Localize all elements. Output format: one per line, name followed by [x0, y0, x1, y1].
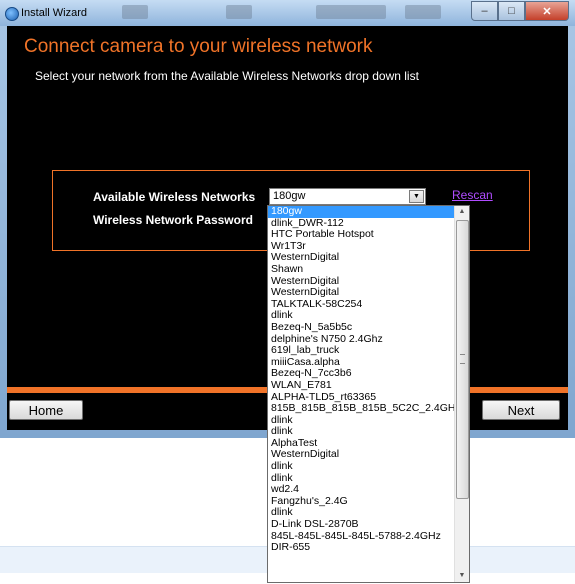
dropdown-option[interactable]: WLAN_E781	[268, 379, 454, 392]
title-bar-blur	[316, 5, 386, 19]
dropdown-option[interactable]: Shawn	[268, 263, 454, 276]
next-button[interactable]: Next	[482, 400, 560, 420]
minimize-button[interactable]: –	[471, 1, 498, 21]
network-dropdown-list[interactable]: 180gw dlink_DWR-112 HTC Portable Hotspot Wr…	[267, 205, 470, 583]
close-icon: ✕	[542, 5, 552, 18]
network-select[interactable]: 180gw ▼	[269, 188, 426, 205]
title-bar-blur	[122, 5, 148, 19]
app-icon	[5, 7, 19, 21]
caption-buttons: – □ ✕	[471, 1, 569, 21]
dropdown-option[interactable]: WesternDigital	[268, 287, 454, 299]
dropdown-option[interactable]: 180gw	[268, 206, 454, 218]
dropdown-option[interactable]: 619l_lab_truck	[268, 345, 454, 357]
title-bar-blur	[226, 5, 252, 19]
window-title: Install Wizard	[21, 7, 88, 19]
dropdown-option[interactable]: DIR-655	[268, 542, 454, 554]
maximize-button[interactable]: □	[498, 1, 525, 21]
rescan-link[interactable]: Rescan	[452, 188, 493, 202]
dropdown-option[interactable]: 815B_815B_815B_815B_5C2C_2.4GHz	[268, 402, 461, 415]
selected-network: 180gw	[273, 190, 306, 202]
dropdown-option[interactable]: TALKTALK-58C254	[268, 298, 454, 311]
grip-icon	[460, 354, 465, 364]
networks-label: Available Wireless Networks	[93, 190, 256, 204]
dropdown-scrollbar[interactable]: ▲ ▼	[454, 206, 469, 582]
instruction-text: Select your network from the Available W…	[35, 69, 419, 83]
dropdown-option[interactable]: Fangzhu's_2.4G	[268, 495, 454, 508]
page-title: Connect camera to your wireless network	[24, 36, 373, 57]
dropdown-option[interactable]: Bezeq-N_5a5b5c	[268, 321, 454, 334]
password-label: Wireless Network Password	[93, 213, 253, 227]
title-bar[interactable]: Install Wizard – □ ✕	[0, 0, 575, 26]
home-button[interactable]: Home	[9, 400, 83, 420]
dropdown-option[interactable]: WesternDigital	[268, 449, 454, 461]
dropdown-option[interactable]: dlink	[268, 460, 454, 473]
maximize-icon: □	[508, 5, 515, 17]
title-bar-blur	[405, 5, 441, 19]
chevron-down-icon[interactable]: ▼	[409, 190, 424, 203]
scrollbar-thumb[interactable]	[456, 220, 469, 499]
dropdown-options: 180gw dlink_DWR-112 HTC Portable Hotspot Wr…	[268, 206, 461, 554]
minimize-icon: –	[481, 5, 488, 17]
close-button[interactable]: ✕	[525, 1, 569, 21]
scroll-up-icon[interactable]: ▲	[455, 206, 469, 218]
scroll-down-icon[interactable]: ▼	[455, 570, 469, 582]
dropdown-option[interactable]: D-Link DSL-2870B	[268, 518, 454, 531]
dropdown-option[interactable]: dlink	[268, 414, 454, 427]
